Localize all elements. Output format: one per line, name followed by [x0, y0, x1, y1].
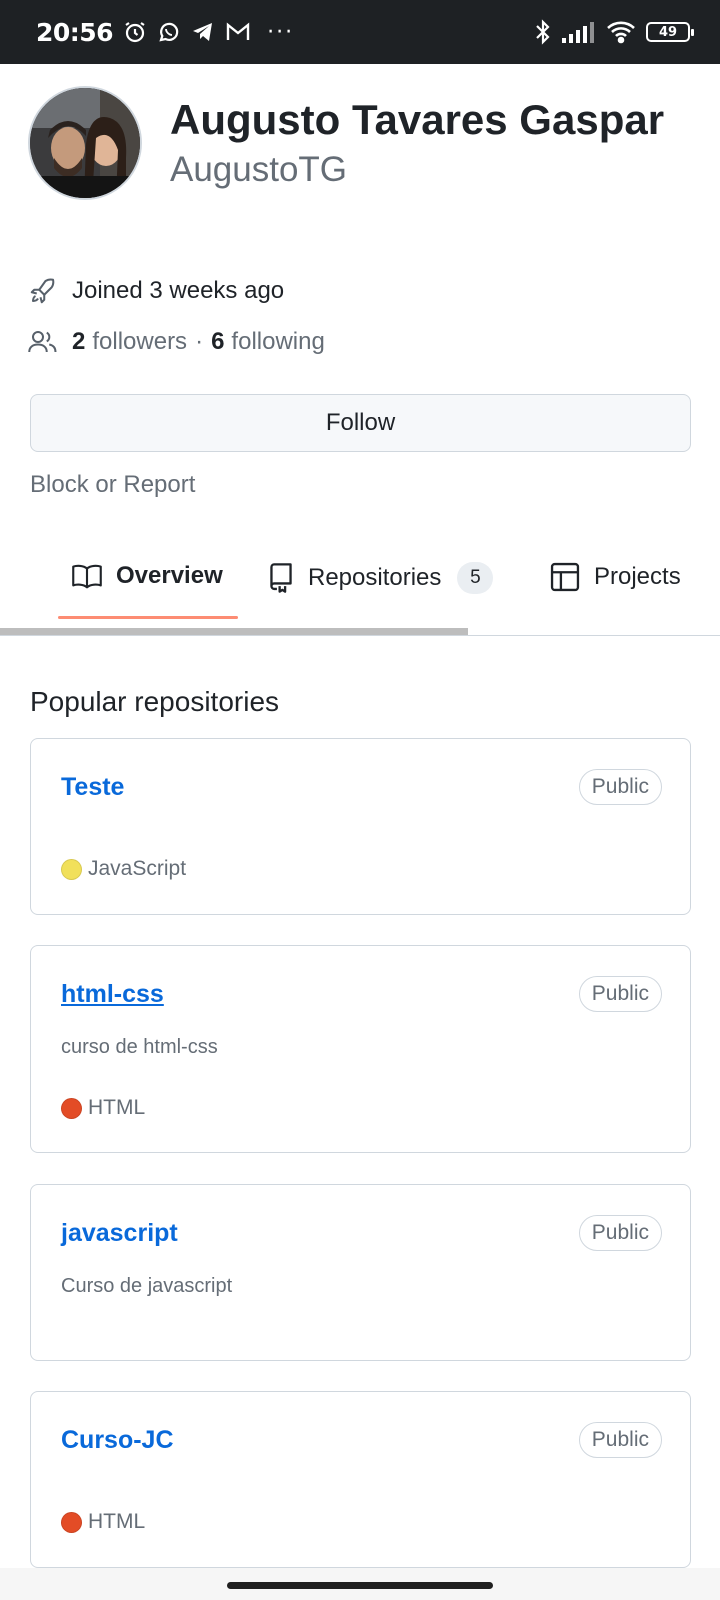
- tab-overview-label: Overview: [116, 562, 223, 589]
- repo-name-link[interactable]: Teste: [61, 773, 124, 802]
- visibility-badge: Public: [578, 976, 662, 1012]
- visibility-badge: Public: [578, 1215, 662, 1251]
- repo-icon: [270, 563, 292, 593]
- follow-separator: ·: [195, 328, 204, 355]
- visibility-badge: Public: [578, 1422, 662, 1458]
- language-color-dot: [61, 1097, 82, 1119]
- repo-name-link[interactable]: Curso-JC: [61, 1426, 174, 1455]
- battery-icon: 49: [646, 22, 694, 42]
- profile-name: Augusto Tavares Gaspar: [170, 96, 665, 143]
- tab-projects[interactable]: Projects: [550, 562, 681, 592]
- tab-repositories[interactable]: Repositories 5: [268, 562, 494, 594]
- visibility-badge: Public: [578, 769, 662, 805]
- wifi-icon: [607, 21, 635, 44]
- more-notifications-icon: ···: [267, 19, 295, 45]
- followers-link[interactable]: 2 followers: [72, 328, 187, 356]
- repo-description: Curso de javascript: [61, 1275, 233, 1297]
- profile-tabs: Overview Repositories 5 Projects: [0, 540, 720, 636]
- repo-name-link[interactable]: javascript: [61, 1219, 178, 1248]
- repo-language: HTML: [61, 1510, 145, 1534]
- whatsapp-icon: [159, 22, 179, 42]
- repo-description: curso de html-css: [61, 1036, 218, 1058]
- table-icon: [550, 562, 580, 592]
- status-time: 20:56: [36, 17, 114, 47]
- following-label: following: [231, 328, 325, 355]
- joined-row: Joined 3 weeks ago: [28, 276, 284, 306]
- people-icon: [28, 331, 57, 353]
- status-bar: 20:56 ··· 49: [0, 0, 720, 64]
- block-or-report-link[interactable]: Block or Report: [30, 471, 195, 499]
- repo-card: javascript Public Curso de javascript: [30, 1184, 691, 1361]
- gmail-icon: [226, 22, 250, 40]
- repo-name-link[interactable]: html-css: [61, 980, 164, 1009]
- popular-repositories-title: Popular repositories: [30, 686, 280, 717]
- avatar[interactable]: [28, 86, 142, 200]
- tab-projects-label: Projects: [594, 563, 681, 590]
- avatar-image: [30, 88, 140, 198]
- repo-language: JavaScript: [61, 857, 186, 881]
- language-name: JavaScript: [88, 857, 187, 880]
- telegram-icon: [193, 23, 213, 41]
- tab-overview[interactable]: Overview: [72, 562, 223, 590]
- repositories-counter: 5: [457, 562, 494, 594]
- repo-card: html-css Public curso de html-css HTML: [30, 945, 691, 1153]
- repo-card: Teste Public JavaScript: [30, 738, 691, 915]
- followers-label: followers: [92, 328, 188, 355]
- tab-selected-indicator: [58, 616, 238, 619]
- profile-login: AugustoTG: [170, 150, 348, 189]
- tab-repositories-label: Repositories: [308, 564, 442, 591]
- language-color-dot: [61, 1511, 82, 1533]
- language-name: HTML: [88, 1096, 146, 1119]
- alarm-icon: [125, 22, 145, 43]
- tabs-scrollbar[interactable]: [0, 628, 468, 635]
- joined-text: Joined 3 weeks ago: [72, 277, 285, 304]
- book-icon: [72, 564, 102, 589]
- language-color-dot: [61, 858, 82, 880]
- battery-level: 49: [658, 24, 678, 40]
- tabs-divider: [0, 635, 720, 636]
- follow-button[interactable]: Follow: [30, 394, 691, 452]
- following-link[interactable]: 6 following: [211, 328, 325, 356]
- repo-card: Curso-JC Public HTML: [30, 1391, 691, 1568]
- following-count: 6: [211, 328, 225, 355]
- language-name: HTML: [88, 1510, 146, 1533]
- bluetooth-icon: [536, 19, 550, 45]
- rocket-icon: [30, 278, 55, 304]
- followers-row: 2 followers · 6 following: [28, 328, 325, 356]
- followers-count: 2: [72, 328, 86, 355]
- signal-icon: [562, 22, 594, 43]
- home-gesture-handle[interactable]: [227, 1582, 493, 1589]
- repo-language: HTML: [61, 1096, 145, 1120]
